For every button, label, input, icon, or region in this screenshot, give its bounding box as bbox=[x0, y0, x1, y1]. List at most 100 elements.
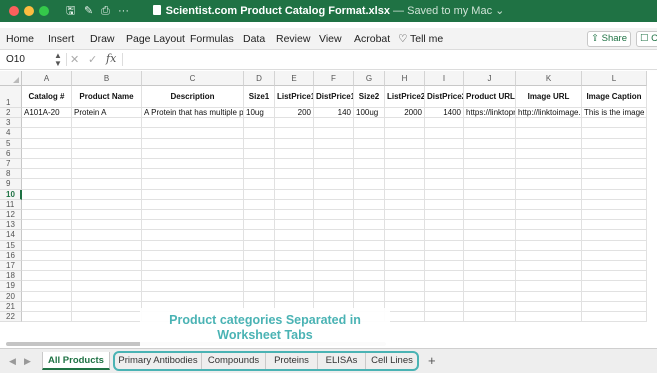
header-cell-k[interactable]: Image URL bbox=[516, 86, 582, 108]
column-header-b[interactable]: B bbox=[72, 71, 142, 86]
empty-cell[interactable] bbox=[142, 159, 244, 170]
empty-cell[interactable] bbox=[464, 312, 516, 323]
empty-cell[interactable] bbox=[275, 148, 314, 159]
row-header-19[interactable]: 19 bbox=[0, 281, 22, 292]
header-cell-a[interactable]: Catalog # bbox=[22, 86, 72, 108]
empty-cell[interactable] bbox=[142, 210, 244, 221]
enter-check-icon[interactable]: ✓ bbox=[88, 53, 97, 67]
empty-cell[interactable] bbox=[385, 312, 425, 323]
empty-cell[interactable] bbox=[22, 199, 72, 210]
empty-cell[interactable] bbox=[385, 169, 425, 180]
empty-cell[interactable] bbox=[464, 240, 516, 251]
empty-cell[interactable] bbox=[275, 138, 314, 149]
empty-cell[interactable] bbox=[22, 230, 72, 241]
empty-cell[interactable] bbox=[72, 179, 142, 190]
empty-cell[interactable] bbox=[142, 199, 244, 210]
empty-cell[interactable] bbox=[275, 210, 314, 221]
empty-cell[interactable] bbox=[464, 301, 516, 312]
empty-cell[interactable] bbox=[582, 148, 647, 159]
column-header-l[interactable]: L bbox=[582, 71, 647, 86]
empty-cell[interactable] bbox=[582, 199, 647, 210]
empty-cell[interactable] bbox=[516, 159, 582, 170]
empty-cell[interactable] bbox=[354, 291, 385, 302]
empty-cell[interactable] bbox=[72, 240, 142, 251]
empty-cell[interactable] bbox=[582, 118, 647, 129]
empty-cell[interactable] bbox=[385, 261, 425, 272]
empty-cell[interactable] bbox=[244, 159, 275, 170]
empty-cell[interactable] bbox=[354, 220, 385, 231]
empty-cell[interactable] bbox=[425, 312, 464, 323]
empty-cell[interactable] bbox=[516, 312, 582, 323]
empty-cell[interactable] bbox=[464, 220, 516, 231]
empty-cell[interactable] bbox=[22, 179, 72, 190]
empty-cell[interactable] bbox=[385, 271, 425, 282]
empty-cell[interactable] bbox=[244, 230, 275, 241]
column-header-i[interactable]: I bbox=[425, 71, 464, 86]
empty-cell[interactable] bbox=[425, 199, 464, 210]
menu-page-layout[interactable]: Page Layout bbox=[126, 33, 185, 45]
prev-sheet-icon[interactable]: ◀ bbox=[9, 355, 16, 367]
name-box[interactable]: O10 bbox=[6, 53, 25, 67]
save-status[interactable]: — Saved to my Mac ⌄ bbox=[393, 5, 504, 17]
empty-cell[interactable] bbox=[72, 220, 142, 231]
empty-cell[interactable] bbox=[244, 271, 275, 282]
empty-cell[interactable] bbox=[425, 230, 464, 241]
data-cell-d2[interactable]: 10ug bbox=[244, 108, 275, 119]
empty-cell[interactable] bbox=[425, 271, 464, 282]
empty-cell[interactable] bbox=[464, 148, 516, 159]
empty-cell[interactable] bbox=[142, 240, 244, 251]
empty-cell[interactable] bbox=[22, 291, 72, 302]
empty-cell[interactable] bbox=[72, 128, 142, 139]
data-cell-b2[interactable]: Protein A bbox=[72, 108, 142, 119]
empty-cell[interactable] bbox=[582, 250, 647, 261]
empty-cell[interactable] bbox=[354, 159, 385, 170]
empty-cell[interactable] bbox=[516, 250, 582, 261]
empty-cell[interactable] bbox=[275, 179, 314, 190]
empty-cell[interactable] bbox=[314, 189, 354, 200]
empty-cell[interactable] bbox=[142, 138, 244, 149]
empty-cell[interactable] bbox=[22, 261, 72, 272]
empty-cell[interactable] bbox=[22, 148, 72, 159]
empty-cell[interactable] bbox=[516, 169, 582, 180]
empty-cell[interactable] bbox=[354, 250, 385, 261]
empty-cell[interactable] bbox=[516, 189, 582, 200]
row-header-18[interactable]: 18 bbox=[0, 271, 22, 282]
row-header-22[interactable]: 22 bbox=[0, 312, 22, 323]
empty-cell[interactable] bbox=[314, 261, 354, 272]
empty-cell[interactable] bbox=[354, 230, 385, 241]
empty-cell[interactable] bbox=[275, 118, 314, 129]
empty-cell[interactable] bbox=[354, 148, 385, 159]
menu-view[interactable]: View bbox=[319, 33, 342, 45]
empty-cell[interactable] bbox=[275, 261, 314, 272]
empty-cell[interactable] bbox=[244, 128, 275, 139]
empty-cell[interactable] bbox=[72, 169, 142, 180]
empty-cell[interactable] bbox=[142, 148, 244, 159]
column-header-c[interactable]: C bbox=[142, 71, 244, 86]
empty-cell[interactable] bbox=[22, 159, 72, 170]
empty-cell[interactable] bbox=[22, 240, 72, 251]
empty-cell[interactable] bbox=[22, 128, 72, 139]
empty-cell[interactable] bbox=[244, 179, 275, 190]
add-sheet-button[interactable]: + bbox=[428, 354, 436, 368]
row-header-17[interactable]: 17 bbox=[0, 261, 22, 272]
empty-cell[interactable] bbox=[142, 250, 244, 261]
empty-cell[interactable] bbox=[275, 230, 314, 241]
row-header-13[interactable]: 13 bbox=[0, 220, 22, 231]
empty-cell[interactable] bbox=[275, 271, 314, 282]
row-header-7[interactable]: 7 bbox=[0, 159, 22, 170]
empty-cell[interactable] bbox=[314, 210, 354, 221]
header-cell-e[interactable]: ListPrice1 bbox=[275, 86, 314, 108]
empty-cell[interactable] bbox=[582, 240, 647, 251]
empty-cell[interactable] bbox=[582, 312, 647, 323]
header-cell-l[interactable]: Image Caption bbox=[582, 86, 647, 108]
empty-cell[interactable] bbox=[582, 271, 647, 282]
empty-cell[interactable] bbox=[354, 261, 385, 272]
tell-me-search[interactable]: Tell me bbox=[410, 33, 443, 45]
empty-cell[interactable] bbox=[142, 230, 244, 241]
empty-cell[interactable] bbox=[385, 281, 425, 292]
empty-cell[interactable] bbox=[314, 220, 354, 231]
header-cell-d[interactable]: Size1 bbox=[244, 86, 275, 108]
empty-cell[interactable] bbox=[142, 179, 244, 190]
row-header-15[interactable]: 15 bbox=[0, 240, 22, 251]
empty-cell[interactable] bbox=[275, 128, 314, 139]
